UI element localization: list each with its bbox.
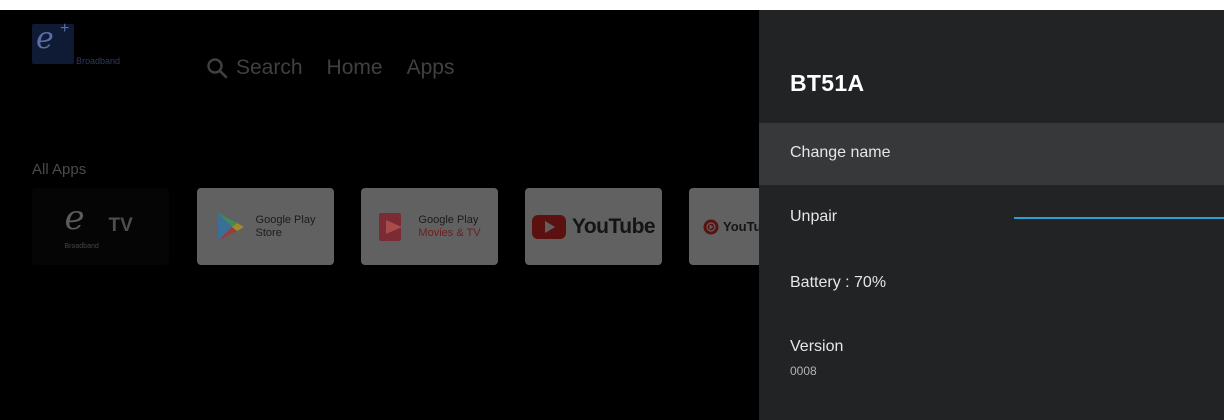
menu-item-value: 0008 (790, 364, 817, 378)
play-movies-icon (379, 212, 403, 241)
app-tile-etv[interactable]: e TV Broadband (32, 188, 169, 265)
play-store-line2: Store (255, 226, 282, 239)
search-icon (207, 58, 228, 79)
play-store-icon (217, 212, 244, 241)
menu-item-unpair[interactable]: Unpair (759, 186, 1224, 248)
etv-logo-letter: e (64, 197, 85, 238)
brand-logo-plus: + (60, 20, 70, 37)
app-tile-google-play-movies[interactable]: Google Play Movies & TV (361, 188, 498, 265)
menu-item-label: Change name (790, 144, 891, 161)
etv-logo-tv: TV (108, 214, 133, 236)
youtube-music-icon (703, 219, 719, 234)
nav-home-label: Home (326, 56, 383, 79)
etv-logo-tagline: Broadband (64, 242, 99, 250)
remote-settings-panel: BT51A Change name Unpair Battery : 70% V… (759, 10, 1224, 420)
play-store-line1: Google Play (255, 213, 316, 226)
menu-item-version[interactable]: Version 0008 (759, 326, 1224, 388)
brand-logo-tagline: Broadband (76, 56, 121, 66)
youtube-icon (531, 214, 566, 239)
brand-logo-letter: e (36, 21, 54, 56)
nav-apps[interactable]: Apps (407, 56, 455, 80)
youtube-wordmark: YouTube (571, 214, 656, 238)
app-tile-youtube[interactable]: YouTube (525, 188, 662, 265)
play-movies-line2: Movies & TV (418, 226, 481, 239)
all-apps-heading: All Apps (32, 161, 87, 178)
etv-logo: e TV Broadband (63, 197, 139, 257)
youtube-music-wordmark: YouTu (723, 219, 762, 234)
menu-item-change-name[interactable]: Change name (759, 123, 1224, 185)
panel-title: BT51A (790, 70, 865, 96)
nav-apps-label: Apps (406, 56, 455, 79)
play-movies-line1: Google Play (418, 213, 479, 226)
unpair-progress-bar (1014, 217, 1224, 219)
tv-screen: e + Broadband Search Home Apps All Apps … (0, 10, 1224, 420)
menu-item-label: Unpair (790, 208, 838, 225)
nav-search[interactable]: Search (206, 56, 303, 80)
brand-logo: e + Broadband (32, 18, 144, 78)
top-nav: Search Home Apps (206, 56, 478, 80)
menu-item-label: Battery : 70% (790, 274, 887, 291)
app-tile-google-play-store[interactable]: Google Play Store (197, 188, 334, 265)
menu-item-battery[interactable]: Battery : 70% (759, 251, 1224, 313)
nav-search-label: Search (236, 56, 303, 79)
nav-home[interactable]: Home (327, 56, 383, 80)
menu-item-label: Version (790, 338, 844, 355)
